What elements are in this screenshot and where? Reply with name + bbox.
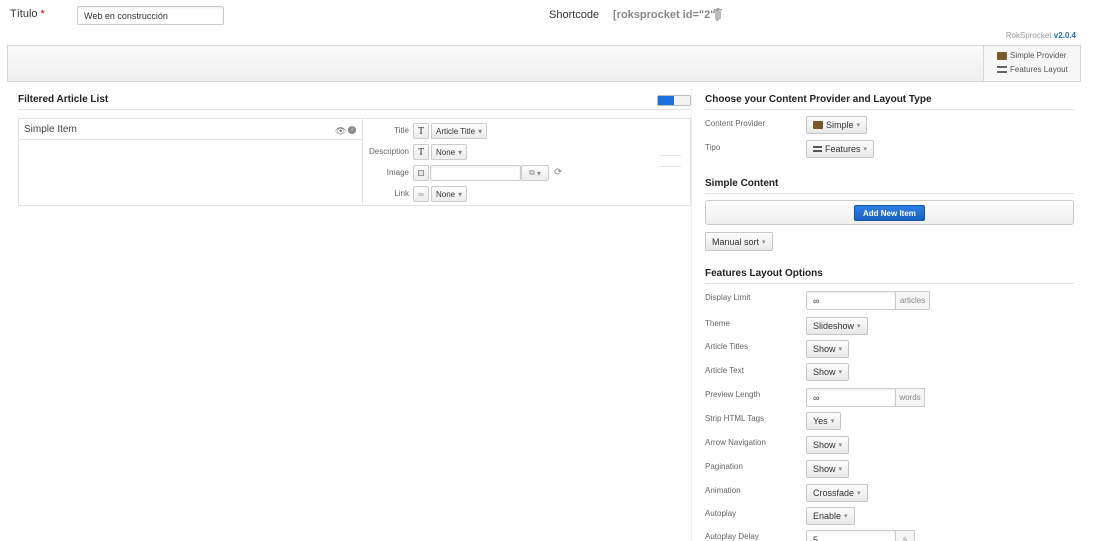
summary-layout: Features Layout: [997, 65, 1068, 74]
display-limit-unit: articles: [895, 291, 930, 310]
theme-label: Theme: [705, 319, 730, 328]
grid-view-icon[interactable]: [674, 96, 690, 105]
title-field-select[interactable]: Article Title ▾: [431, 123, 488, 139]
filtered-list-title: Filtered Article List: [18, 94, 109, 105]
image-icon: [413, 165, 429, 181]
features-options-title: Features Layout Options: [705, 268, 823, 279]
content-provider-select[interactable]: Simple ▾: [806, 116, 868, 134]
text-type-icon[interactable]: T: [413, 123, 429, 139]
edit-icon[interactable]: ⟳: [554, 167, 562, 178]
autoplay-label: Autoplay: [705, 509, 737, 518]
box-icon: [997, 51, 1007, 60]
add-item-bar: Add New Item: [705, 200, 1074, 225]
description-field-select[interactable]: None ▾: [431, 144, 468, 160]
tipo-label: Tipo: [705, 143, 721, 152]
arrow-nav-label: Arrow Navigation: [705, 438, 766, 447]
title-input-value: Web en construcción: [84, 10, 168, 21]
summary-provider: Simple Provider: [997, 51, 1066, 60]
animation-select[interactable]: Crossfade ▾: [806, 484, 868, 502]
list-view-icon[interactable]: [658, 96, 674, 105]
pagination-label: Pagination: [705, 462, 743, 471]
autoplay-delay-input[interactable]: 5: [806, 530, 896, 541]
article-text-label: Article Text: [705, 366, 744, 375]
link-field-label: Link: [394, 189, 409, 198]
shortcode-value: [roksprocket id="2"]: [613, 9, 720, 21]
manual-sort-select[interactable]: Manual sort ▾: [705, 232, 773, 251]
summary-bar: Simple Provider Features Layout: [7, 45, 1081, 82]
article-titles-label: Article Titles: [705, 342, 749, 351]
features-icon: [997, 66, 1007, 73]
autoplay-delay-unit: s: [895, 530, 915, 541]
shortcode-label: Shortcode: [549, 9, 600, 21]
image-input[interactable]: [430, 165, 521, 181]
strip-html-label: Strip HTML Tags: [705, 414, 765, 423]
features-icon: [813, 146, 822, 152]
content-provider-label: Content Provider: [705, 119, 766, 128]
autoplay-delay-label: Autoplay Delay: [705, 532, 759, 541]
image-field-label: Image: [386, 168, 409, 177]
drag-handle[interactable]: [659, 155, 681, 167]
eye-icon[interactable]: 👁: [335, 126, 346, 137]
preview-length-label: Preview Length: [705, 390, 761, 399]
required-mark: *: [40, 8, 45, 20]
preview-length-unit: words: [895, 388, 925, 407]
pagination-select[interactable]: Show ▾: [806, 460, 850, 478]
title-field-label: Title: [394, 126, 409, 135]
add-new-item-button[interactable]: Add New Item: [854, 205, 925, 221]
list-item[interactable]: Simple Item 👁 i Title T Article Title ▾ D…: [18, 118, 691, 206]
autoplay-select[interactable]: Enable ▾: [806, 507, 855, 525]
theme-select[interactable]: Slideshow ▾: [806, 317, 868, 335]
item-name: Simple Item: [24, 124, 77, 135]
preview-length-input[interactable]: ∞: [806, 388, 896, 407]
article-titles-select[interactable]: Show ▾: [806, 340, 850, 358]
animation-label: Animation: [705, 486, 741, 495]
simple-content-title: Simple Content: [705, 178, 779, 189]
description-field-label: Description: [368, 147, 409, 156]
title-input[interactable]: Web en construcción: [77, 6, 224, 25]
version-info: RokSprocket v2.0.4: [1005, 31, 1076, 40]
display-limit-label: Display Limit: [705, 293, 751, 302]
article-text-select[interactable]: Show ▾: [806, 363, 850, 381]
title-label: Título *: [10, 8, 45, 20]
strip-html-select[interactable]: Yes ▾: [806, 412, 842, 430]
arrow-nav-select[interactable]: Show ▾: [806, 436, 850, 454]
link-icon: ∞: [413, 186, 429, 202]
box-icon: [813, 121, 823, 129]
link-field-select[interactable]: None ▾: [431, 186, 468, 202]
view-toggle[interactable]: [657, 95, 691, 106]
image-source-select[interactable]: ⧉ ▾: [521, 165, 549, 181]
trash-icon[interactable]: [713, 8, 723, 19]
text-type-icon[interactable]: T: [413, 144, 429, 160]
display-limit-input[interactable]: ∞: [806, 291, 896, 310]
provider-section-title: Choose your Content Provider and Layout …: [705, 94, 932, 105]
summary-box: Simple Provider Features Layout: [983, 46, 1080, 81]
tipo-select[interactable]: Features ▾: [806, 140, 875, 158]
